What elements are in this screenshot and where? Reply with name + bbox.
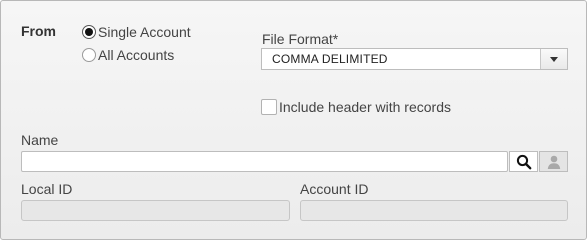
single-account-radio-button[interactable] — [82, 25, 96, 39]
file-format-label: File Format* — [262, 31, 339, 47]
include-header-label: Include header with records — [279, 99, 451, 115]
all-accounts-label: All Accounts — [98, 47, 175, 63]
account-id-label: Account ID — [300, 181, 369, 197]
all-accounts-radio-button[interactable] — [82, 48, 96, 62]
name-input[interactable] — [21, 151, 508, 172]
local-id-label: Local ID — [21, 181, 73, 197]
radio-single-account[interactable]: Single Account — [82, 24, 191, 40]
chevron-down-icon — [550, 56, 558, 62]
file-format-select[interactable]: COMMA DELIMITED — [261, 48, 568, 70]
single-account-label: Single Account — [98, 24, 191, 40]
account-id-field — [300, 200, 568, 221]
include-header-checkbox[interactable] — [261, 99, 277, 115]
dropdown-toggle-button[interactable] — [540, 49, 567, 69]
search-button[interactable] — [509, 151, 538, 172]
local-id-field — [21, 200, 290, 221]
name-label: Name — [21, 132, 59, 148]
from-label: From — [21, 23, 56, 39]
file-format-selected-value: COMMA DELIMITED — [272, 52, 388, 66]
search-icon — [516, 154, 531, 169]
include-header-option[interactable]: Include header with records — [261, 99, 451, 115]
export-form-panel: From Single Account All Accounts File Fo… — [0, 0, 587, 240]
person-lookup-button[interactable] — [539, 151, 568, 172]
radio-all-accounts[interactable]: All Accounts — [82, 47, 174, 63]
person-icon — [547, 155, 560, 169]
